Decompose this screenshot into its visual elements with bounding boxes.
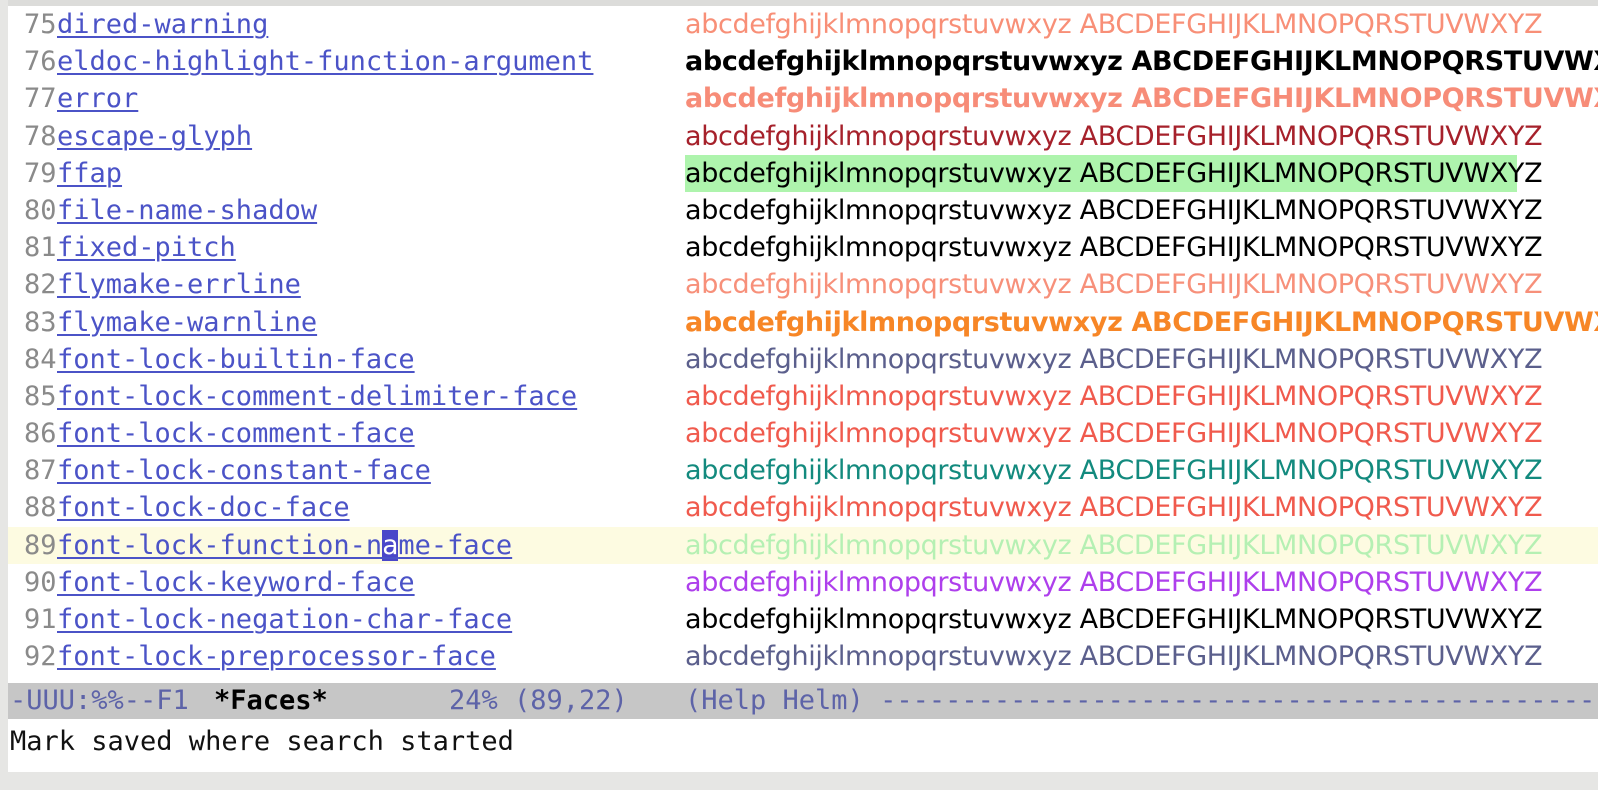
echo-message: Mark saved where search started — [10, 726, 514, 757]
line-number: 91 — [24, 604, 57, 635]
face-line[interactable]: 78 escape-glyph abcdefghijklmnopqrstuvwxyz… — [8, 118, 1598, 155]
face-name-link[interactable]: fixed-pitch — [57, 229, 236, 266]
face-line[interactable]: 88 font-lock-doc-face abcdefghijklmnopqrst… — [8, 489, 1598, 526]
face-name-link[interactable]: flymake-errline — [57, 266, 301, 303]
face-sample-text: abcdefghijklmnopqrstuvwxyz ABCDEFGHIJKLM… — [685, 529, 1543, 561]
face-name-link[interactable]: font-lock-constant-face — [57, 452, 431, 489]
modeline-modes[interactable]: (Help Helm) ----------------------------… — [685, 683, 1598, 719]
face-name-link[interactable]: font-lock-preprocessor-face — [57, 638, 496, 675]
face-name-link[interactable]: font-lock-function-name-face — [57, 527, 512, 564]
face-name-link[interactable]: escape-glyph — [57, 118, 252, 155]
mode-line: -UUU:%%--F1 *Faces* 24% (89,22) (Help He… — [8, 683, 1598, 719]
face-name-link[interactable]: file-name-shadow — [57, 192, 317, 229]
face-sample-text: abcdefghijklmnopqrstuvwxyz ABCDEFGHIJKLM… — [685, 306, 1598, 338]
face-sample-text: abcdefghijklmnopqrstuvwxyz ABCDEFGHIJKLM… — [685, 9, 1543, 40]
face-sample-text: abcdefghijklmnopqrstuvwxyz ABCDEFGHIJKLM… — [685, 343, 1543, 375]
face-name-link[interactable]: font-lock-builtin-face — [57, 341, 415, 378]
modeline-status: -UUU:%%--F1 — [10, 685, 189, 716]
face-sample-text: abcdefghijklmnopqrstuvwxyz ABCDEFGHIJKLM… — [685, 232, 1543, 264]
line-number: 85 — [24, 380, 57, 412]
emacs-frame: 75 dired-warning abcdefghijklmnopqrstuvwxy… — [8, 0, 1598, 772]
face-sample-text: abcdefghijklmnopqrstuvwxyz ABCDEFGHIJKLM… — [685, 380, 1543, 412]
face-sample-text: abcdefghijklmnopqrstuvwxyz ABCDEFGHIJKLM… — [685, 269, 1543, 301]
modeline-buffer-name[interactable]: *Faces* — [214, 683, 328, 719]
line-number: 87 — [24, 455, 57, 487]
face-line[interactable]: 81 fixed-pitch abcdefghijklmnopqrstuvwxyz … — [8, 229, 1598, 266]
face-line[interactable]: 86 font-lock-comment-face abcdefghijklmnop… — [8, 415, 1598, 452]
face-line[interactable]: 87 font-lock-constant-face abcdefghijklmno… — [8, 452, 1598, 489]
face-line[interactable]: 83 flymake-warnline abcdefghijklmnopqrstuv… — [8, 304, 1598, 341]
line-number: 76 — [24, 46, 57, 78]
face-line[interactable]: 79 ffap abcdefghijklmnopqrstuvwxyz ABCDEFG… — [8, 154, 1598, 192]
face-name-link[interactable]: font-lock-comment-delimiter-face — [57, 378, 577, 415]
face-name-link[interactable]: dired-warning — [57, 6, 268, 43]
face-sample-text: abcdefghijklmnopqrstuvwxyz ABCDEFGHIJKLM… — [685, 418, 1543, 450]
echo-area: Mark saved where search started — [8, 722, 1598, 762]
modeline-position: 24% (89,22) — [449, 685, 628, 716]
face-sample-text: abcdefghijklmnopqrstuvwxyz ABCDEFGHIJKLM… — [685, 455, 1543, 487]
line-number: 77 — [24, 83, 57, 115]
face-sample-text: abcdefghijklmnopqrstuvwxyz ABCDEFGHIJKLM… — [685, 604, 1543, 635]
face-line[interactable]: 92 font-lock-preprocessor-face abcdefghijk… — [8, 638, 1598, 675]
face-line[interactable]: 75 dired-warning abcdefghijklmnopqrstuvwxy… — [8, 6, 1598, 43]
face-line[interactable]: 85 font-lock-comment-delimiter-face abcdef… — [8, 378, 1598, 415]
face-sample-text: abcdefghijklmnopqrstuvwxyz ABCDEFGHIJKLM… — [685, 83, 1598, 115]
face-name-link[interactable]: eldoc-highlight-function-argument — [57, 43, 593, 80]
line-number: 80 — [24, 194, 57, 226]
face-line[interactable]: 89 font-lock-function-name-face abcdefghij… — [8, 526, 1598, 564]
line-number: 89 — [24, 529, 57, 561]
line-number: 79 — [24, 157, 57, 189]
face-name-link[interactable]: flymake-warnline — [57, 304, 317, 341]
line-number: 92 — [24, 641, 57, 673]
face-name-link[interactable]: font-lock-keyword-face — [57, 564, 415, 601]
face-name-link[interactable]: font-lock-negation-char-face — [57, 601, 512, 638]
face-sample-text: abcdefghijklmnopqrstuvwxyz ABCDEFGHIJKLM… — [685, 46, 1598, 78]
face-line[interactable]: 80 file-name-shadow abcdefghijklmnopqrstuv… — [8, 192, 1598, 229]
face-sample-text: abcdefghijklmnopqrstuvwxyz ABCDEFGHIJKLM… — [685, 492, 1543, 524]
face-name-link[interactable]: ffap — [57, 155, 122, 192]
face-sample-text: abcdefghijklmnopqrstuvwxyz ABCDEFGHIJKLM… — [685, 566, 1543, 598]
line-number: 84 — [24, 343, 57, 375]
line-number: 82 — [24, 269, 57, 301]
line-number: 88 — [24, 492, 57, 524]
line-number: 86 — [24, 418, 57, 450]
face-name-link[interactable]: font-lock-comment-face — [57, 415, 415, 452]
face-sample-text: abcdefghijklmnopqrstuvwxyz ABCDEFGHIJKLM… — [685, 154, 1543, 192]
face-sample-text: abcdefghijklmnopqrstuvwxyz ABCDEFGHIJKLM… — [685, 120, 1543, 152]
line-number: 75 — [24, 9, 57, 40]
line-number: 81 — [24, 232, 57, 264]
face-line[interactable]: 90 font-lock-keyword-face abcdefghijklmnop… — [8, 564, 1598, 601]
face-line[interactable]: 84 font-lock-builtin-face abcdefghijklmnop… — [8, 341, 1598, 378]
line-number: 83 — [24, 306, 57, 338]
line-number: 78 — [24, 120, 57, 152]
face-line[interactable]: 77 error abcdefghijklmnopqrstuvwxyz ABCDEF… — [8, 80, 1598, 117]
face-sample-text: abcdefghijklmnopqrstuvwxyz ABCDEFGHIJKLM… — [685, 641, 1543, 673]
face-name-link[interactable]: font-lock-doc-face — [57, 489, 350, 526]
face-sample-text: abcdefghijklmnopqrstuvwxyz ABCDEFGHIJKLM… — [685, 194, 1543, 226]
face-line[interactable]: 91 font-lock-negation-char-face abcdefghij… — [8, 601, 1598, 638]
text-cursor: a — [382, 529, 399, 561]
face-line[interactable]: 82 flymake-errline abcdefghijklmnopqrstuvw… — [8, 266, 1598, 303]
face-line[interactable]: 76 eldoc-highlight-function-argument abcde… — [8, 43, 1598, 80]
face-name-link[interactable]: error — [57, 80, 138, 117]
faces-buffer[interactable]: 75 dired-warning abcdefghijklmnopqrstuvwxy… — [8, 6, 1598, 675]
line-number: 90 — [24, 566, 57, 598]
